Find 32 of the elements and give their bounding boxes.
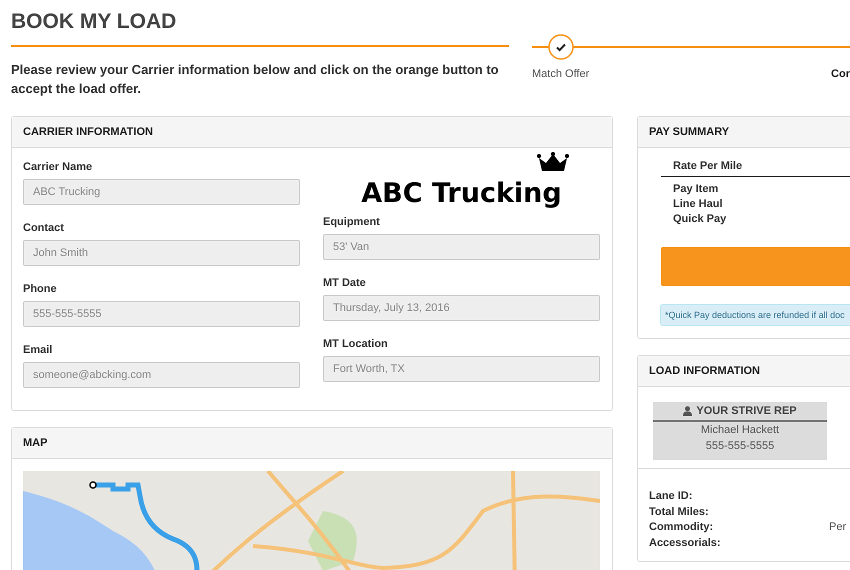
panel-title: MAP xyxy=(23,437,48,449)
field-label: Phone xyxy=(23,283,58,295)
accept-button[interactable] xyxy=(661,247,850,286)
rep-name: Michael Hackett xyxy=(700,423,780,438)
pay-row-label: Line Haul xyxy=(673,197,724,212)
person-icon xyxy=(683,406,692,416)
rep-heading: YOUR STRIVE REP xyxy=(696,405,797,417)
rep-phone: 555-555-5555 xyxy=(704,439,776,454)
detail-label: Total Miles: xyxy=(649,504,710,520)
column-heading: Pay Item xyxy=(673,182,720,197)
panel-title: CARRIER INFORMATION xyxy=(23,126,153,138)
detail-label: Lane ID: xyxy=(649,489,694,504)
page-title: BOOK MY LOAD xyxy=(11,10,178,34)
quick-pay-note: *Quick Pay deductions are refunded if all doc xyxy=(660,304,850,326)
field-label: Carrier Name xyxy=(23,161,94,173)
step-label: Cor xyxy=(831,68,850,80)
step-label: Match Offer xyxy=(532,68,590,80)
crown-icon xyxy=(536,152,570,172)
detail-label: Commodity: xyxy=(649,520,714,535)
panel-title: PAY SUMMARY xyxy=(649,126,730,138)
rate-heading: Rate Per Mile xyxy=(661,158,850,177)
panel-title: LOAD INFORMATION xyxy=(649,365,760,377)
field-label: Equipment xyxy=(323,216,381,228)
logo-text: ABC Trucking xyxy=(361,179,562,209)
detail-label: Accessorials: xyxy=(649,536,722,550)
field-label: Email xyxy=(23,344,54,356)
field-label: Contact xyxy=(23,222,65,234)
pay-row-label: Quick Pay xyxy=(673,212,728,227)
field-label: MT Location xyxy=(323,338,389,350)
field-label: MT Date xyxy=(323,277,367,289)
detail-value: Per xyxy=(829,520,846,535)
instructions-text: Please review your Carrier information below and click on the orange button to accept the load offer. xyxy=(11,61,500,98)
